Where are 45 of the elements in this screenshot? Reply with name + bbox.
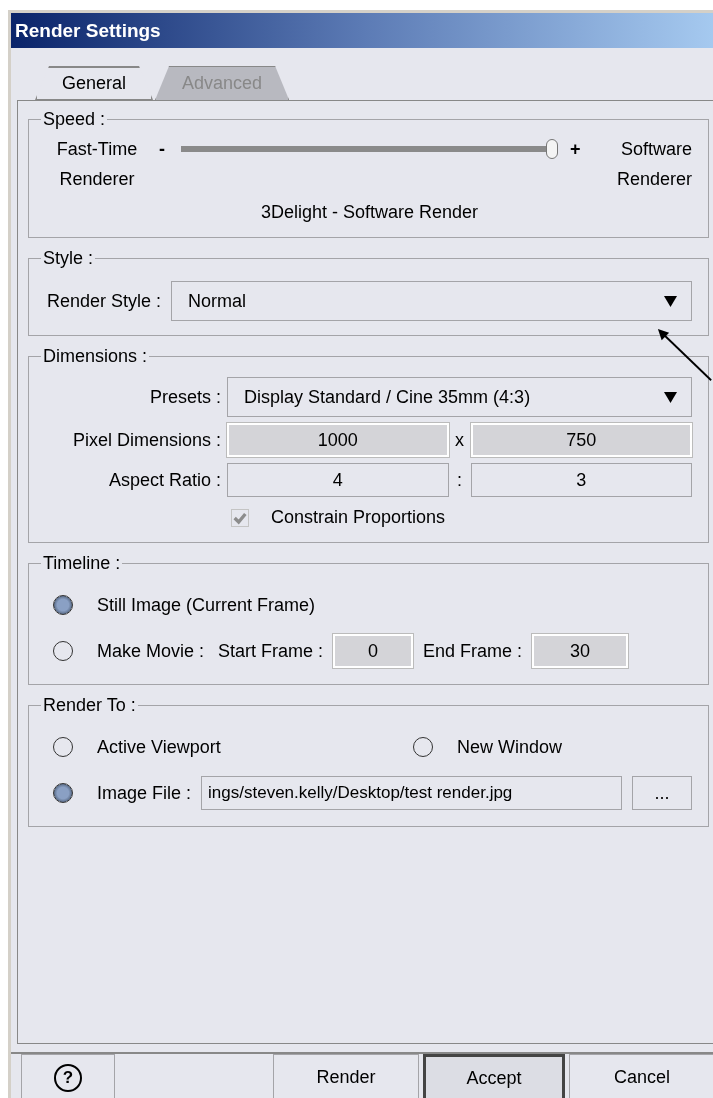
dialog-button[interactable]: Accept (423, 1054, 565, 1098)
group-title: Timeline : (42, 553, 122, 574)
radio-label: Image File : (97, 782, 192, 804)
radio-button[interactable] (53, 641, 73, 661)
radio-button[interactable] (53, 783, 73, 803)
field-label: End Frame : (423, 640, 523, 662)
field-label: Start Frame : (218, 640, 324, 662)
slider-label: Fast-Time Renderer (55, 138, 139, 191)
group-title: Render To : (42, 695, 137, 716)
minus-label: - (159, 138, 166, 161)
checkbox-label: Constrain Proportions (271, 507, 446, 528)
aspect-width-field[interactable]: 4 (227, 463, 449, 497)
tab[interactable]: General (35, 66, 154, 100)
separator-label: x (454, 429, 465, 451)
annotation-arrow (656, 328, 713, 384)
field-label: Render Style : (47, 290, 162, 312)
file-path-field[interactable]: ings/steven.kelly/Desktop/test render.jpg (201, 776, 622, 810)
renderer-name: 3Delight - Software Render (260, 202, 479, 222)
radio-button[interactable] (413, 737, 433, 757)
dropdown-arrow-icon (664, 295, 677, 307)
plus-label: + (570, 138, 580, 161)
radio-button[interactable] (53, 595, 73, 615)
aspect-height-field[interactable]: 3 (470, 463, 692, 497)
radio-label: Active Viewport (97, 736, 222, 758)
radio-label: Make Movie : (97, 640, 205, 662)
radio-label: New Window (457, 736, 563, 758)
radio-button[interactable] (53, 737, 73, 757)
slider-label: Software Renderer (615, 138, 692, 191)
slider-thumb[interactable] (546, 139, 558, 159)
separator-label: : (456, 469, 463, 491)
dialog-button[interactable]: Render (273, 1054, 419, 1098)
group-title: Dimensions : (42, 346, 149, 367)
help-button[interactable]: ? (21, 1054, 115, 1098)
browse-button[interactable]: ... (632, 776, 692, 810)
group-title: Speed : (42, 109, 107, 130)
field-label: Pixel Dimensions : (71, 429, 222, 451)
radio-label: Still Image (Current Frame) (97, 594, 316, 616)
render-style-dropdown[interactable]: Normal (171, 281, 692, 321)
group-title: Style : (42, 248, 95, 269)
field-label: Presets : (148, 386, 222, 408)
field-label: Aspect Ratio : (107, 469, 222, 491)
dialog-button[interactable]: Cancel (569, 1054, 713, 1098)
window-title: Render Settings (15, 19, 161, 42)
dropdown-arrow-icon (664, 391, 677, 403)
presets-dropdown[interactable]: Display Standard / Cine 35mm (4:3) (227, 377, 692, 417)
